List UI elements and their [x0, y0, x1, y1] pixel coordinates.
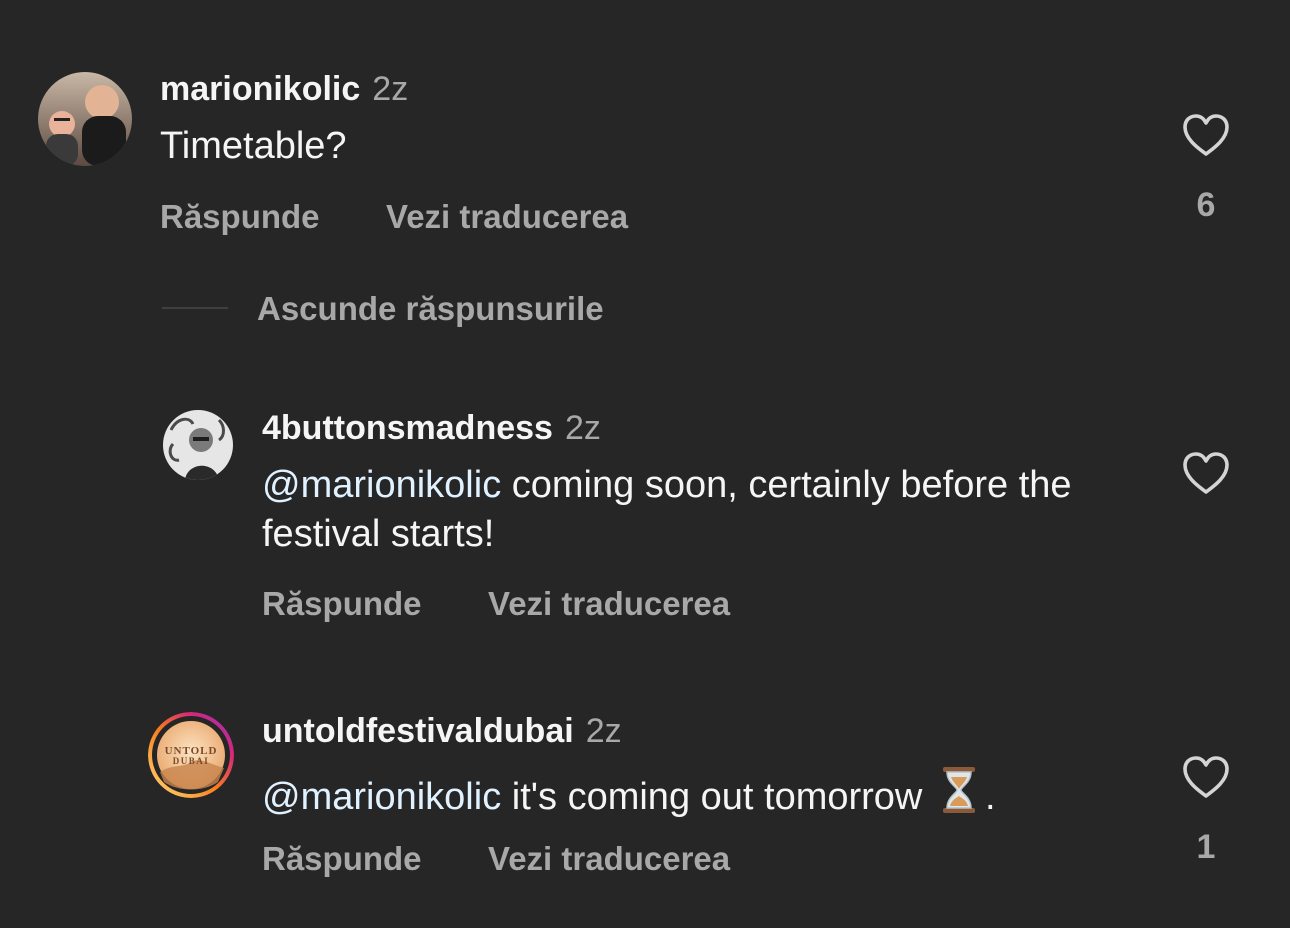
avatar-photo — [38, 72, 132, 166]
reply-username[interactable]: 4buttonsmadness 2z — [262, 409, 601, 448]
mention-link[interactable]: @marionikolic — [262, 464, 501, 506]
reply-button[interactable]: Răspunde — [262, 840, 422, 878]
mention-link[interactable]: @marionikolic — [262, 776, 501, 818]
hide-replies-button[interactable]: Ascunde răspunsurile — [257, 290, 604, 328]
avatar[interactable]: UNTOLD DUBAI — [148, 712, 234, 798]
avatar-photo — [163, 410, 233, 480]
replies-divider — [162, 307, 228, 309]
heart-outline-icon[interactable] — [1181, 450, 1231, 496]
reply-username[interactable]: untoldfestivaldubai 2z — [262, 712, 622, 751]
reply-body: it's coming out tomorrow — [501, 776, 923, 818]
heart-outline-icon[interactable] — [1181, 112, 1231, 158]
reply-text: @marionikolic it's coming out tomorrow . — [262, 765, 1162, 822]
comment-text: Timetable? — [160, 122, 347, 171]
reply-body-end: . — [984, 776, 996, 818]
like-count: 6 — [1196, 186, 1216, 224]
comment-body: Timetable? — [160, 125, 347, 167]
reply-text: @marionikolic coming soon, certainly bef… — [262, 461, 1142, 559]
reply-time: 2z — [564, 409, 601, 447]
hourglass-icon — [942, 767, 975, 813]
comment-username[interactable]: marionikolic 2z — [160, 70, 408, 109]
username-text[interactable]: untoldfestivaldubai — [262, 712, 574, 750]
reply-time: 2z — [585, 712, 622, 750]
avatar-with-story-ring: UNTOLD DUBAI — [148, 712, 234, 798]
see-translation-button[interactable]: Vezi traducerea — [488, 585, 730, 623]
avatar[interactable] — [38, 72, 132, 166]
svg-text:DUBAI: DUBAI — [173, 756, 210, 766]
avatar[interactable] — [163, 410, 233, 480]
comment-time: 2z — [372, 70, 409, 108]
username-text[interactable]: 4buttonsmadness — [262, 409, 553, 447]
reply-button[interactable]: Răspunde — [262, 585, 422, 623]
see-translation-button[interactable]: Vezi traducerea — [386, 198, 628, 236]
heart-outline-icon[interactable] — [1181, 754, 1231, 800]
reply-button[interactable]: Răspunde — [160, 198, 320, 236]
see-translation-button[interactable]: Vezi traducerea — [488, 840, 730, 878]
like-count: 1 — [1196, 828, 1216, 866]
username-text[interactable]: marionikolic — [160, 70, 360, 108]
